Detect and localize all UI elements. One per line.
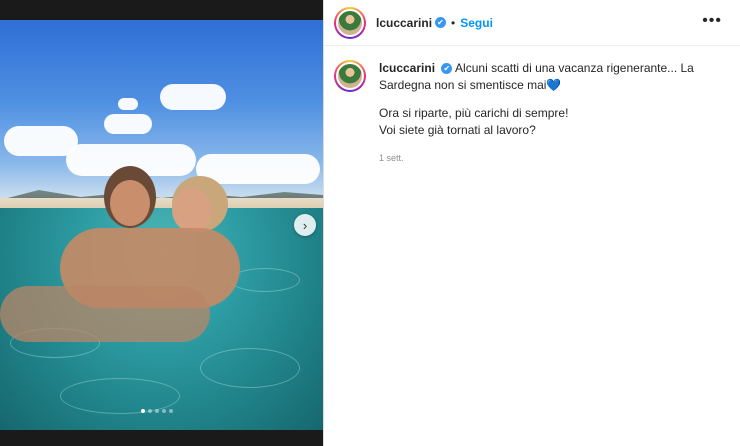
- cloud: [104, 114, 152, 134]
- header-separator: •: [451, 15, 456, 30]
- more-options-icon[interactable]: •••: [702, 12, 722, 30]
- avatar[interactable]: [334, 6, 366, 39]
- carousel-dot: [162, 409, 166, 413]
- post-header: lcuccarini ✔ • Segui •••: [324, 0, 740, 46]
- chevron-right-icon[interactable]: ›: [294, 214, 316, 236]
- person-face-man: [110, 180, 150, 226]
- carousel-dot: [169, 409, 173, 413]
- caption-line-2: Ora si riparte, più carichi di sempre!: [379, 106, 569, 120]
- verified-badge-icon: ✔: [435, 17, 447, 28]
- carousel-dot: [141, 409, 145, 413]
- post-side-panel: lcuccarini ✔ • Segui ••• lcuccarini ✔ Al…: [323, 0, 740, 446]
- follow-button[interactable]: Segui: [460, 16, 493, 30]
- caption-body: lcuccarini ✔ Alcuni scatti di una vacanz…: [379, 60, 730, 167]
- verified-badge-icon: ✔: [441, 63, 453, 75]
- post-timestamp[interactable]: 1 sett.: [379, 150, 730, 167]
- person-face-woman: [172, 188, 212, 232]
- carousel-dots: [141, 409, 173, 413]
- avatar-image: [336, 8, 364, 37]
- blue-heart-emoji: 💙: [546, 78, 562, 92]
- header-username[interactable]: lcuccarini: [376, 16, 432, 30]
- caption-line-3: Voi siete già tornati al lavoro?: [379, 123, 536, 137]
- carousel-dot: [148, 409, 152, 413]
- cloud: [160, 84, 226, 110]
- person-legs: [0, 286, 210, 342]
- caption-username[interactable]: lcuccarini: [379, 61, 435, 75]
- carousel-dot: [155, 409, 159, 413]
- post-caption: lcuccarini ✔ Alcuni scatti di una vacanz…: [324, 46, 740, 167]
- cloud: [118, 98, 138, 110]
- post-photo[interactable]: ›: [0, 20, 323, 430]
- avatar-image: [336, 62, 364, 90]
- caption-avatar[interactable]: [334, 60, 366, 92]
